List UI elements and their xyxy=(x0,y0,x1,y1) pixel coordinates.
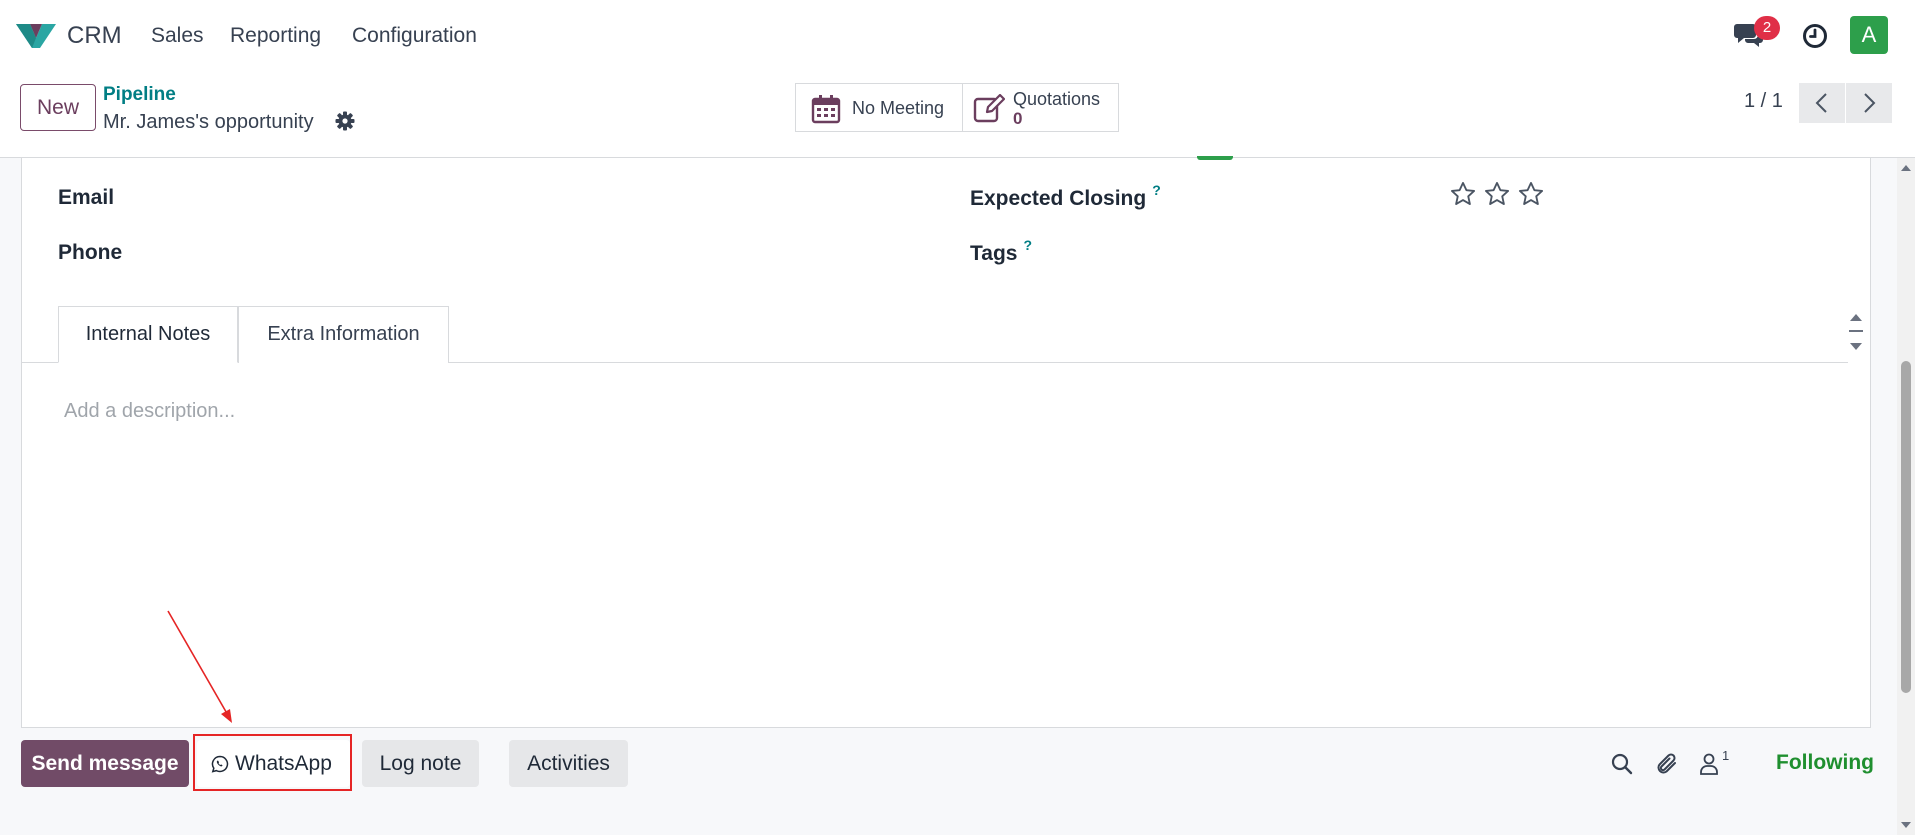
description-input[interactable]: Add a description... xyxy=(64,400,235,423)
menu-configuration[interactable]: Configuration xyxy=(352,24,477,48)
tab-internal-notes[interactable]: Internal Notes xyxy=(58,306,238,363)
form-view: Email Phone Expected Closing? Tags? Inte… xyxy=(0,156,1897,835)
calendar-icon xyxy=(811,95,841,124)
crm-logo-icon[interactable] xyxy=(16,20,56,50)
priority-star-icon[interactable] xyxy=(1483,180,1511,208)
help-tooltip-icon[interactable]: ? xyxy=(1152,182,1161,198)
menu-sales[interactable]: Sales xyxy=(151,24,204,48)
messages-badge: 2 xyxy=(1754,16,1780,40)
priority-star-icon[interactable] xyxy=(1449,180,1477,208)
follower-count: 1 xyxy=(1722,748,1730,763)
pager-previous-button[interactable] xyxy=(1799,83,1845,123)
chevron-left-icon xyxy=(1815,93,1827,113)
meeting-label: No Meeting xyxy=(852,98,945,118)
meeting-smart-button[interactable]: No Meeting xyxy=(795,83,963,132)
chevron-right-icon xyxy=(1864,93,1876,113)
user-icon[interactable] xyxy=(1698,752,1720,776)
priority-star-icon[interactable] xyxy=(1517,180,1545,208)
pager-value[interactable]: 1 / 1 xyxy=(1744,90,1783,113)
activities-button[interactable]: Activities xyxy=(509,740,628,787)
status-indicator xyxy=(1197,156,1233,160)
menu-reporting[interactable]: Reporting xyxy=(230,24,321,48)
quotations-count: 0 xyxy=(1013,109,1023,128)
gear-icon[interactable] xyxy=(335,111,355,131)
phone-label: Phone xyxy=(58,241,123,264)
scrollbar-thumb[interactable] xyxy=(1901,361,1911,693)
edit-document-icon xyxy=(973,94,1005,123)
tags-field: Tags? xyxy=(970,237,1032,266)
annotation-arrow xyxy=(167,610,232,723)
scroll-up-arrow-icon[interactable] xyxy=(1901,164,1911,172)
quotations-smart-button[interactable]: Quotations 0 xyxy=(962,83,1119,132)
log-note-button[interactable]: Log note xyxy=(362,740,479,787)
highlight-box xyxy=(193,734,352,791)
tags-label: Tags xyxy=(970,242,1018,265)
user-avatar[interactable]: A xyxy=(1850,16,1888,54)
paperclip-icon[interactable] xyxy=(1655,752,1679,776)
scroll-down-arrow-icon[interactable] xyxy=(1901,821,1911,829)
textarea-resize-handle[interactable] xyxy=(1848,310,1864,354)
breadcrumb-pipeline[interactable]: Pipeline xyxy=(103,84,176,106)
top-navbar: CRM Sales Reporting Configuration 2 A xyxy=(0,0,1915,72)
following-button[interactable]: Following xyxy=(1776,751,1874,775)
form-sheet: Email Phone Expected Closing? Tags? Inte… xyxy=(21,156,1871,728)
clock-icon[interactable] xyxy=(1802,23,1828,49)
app-name[interactable]: CRM xyxy=(67,22,122,50)
help-tooltip-icon[interactable]: ? xyxy=(1023,237,1032,253)
expected-closing-field: Expected Closing? xyxy=(970,182,1161,211)
page-scrollbar[interactable] xyxy=(1897,158,1915,835)
email-label: Email xyxy=(58,186,115,209)
record-title: Mr. James's opportunity xyxy=(103,111,314,133)
search-icon[interactable] xyxy=(1610,752,1634,776)
pager-next-button[interactable] xyxy=(1846,83,1892,123)
quotations-label: Quotations xyxy=(1013,89,1101,109)
send-message-button[interactable]: Send message xyxy=(21,740,189,787)
tab-extra-information[interactable]: Extra Information xyxy=(238,306,449,363)
new-button[interactable]: New xyxy=(20,84,96,131)
expected-closing-label: Expected Closing xyxy=(970,187,1147,210)
